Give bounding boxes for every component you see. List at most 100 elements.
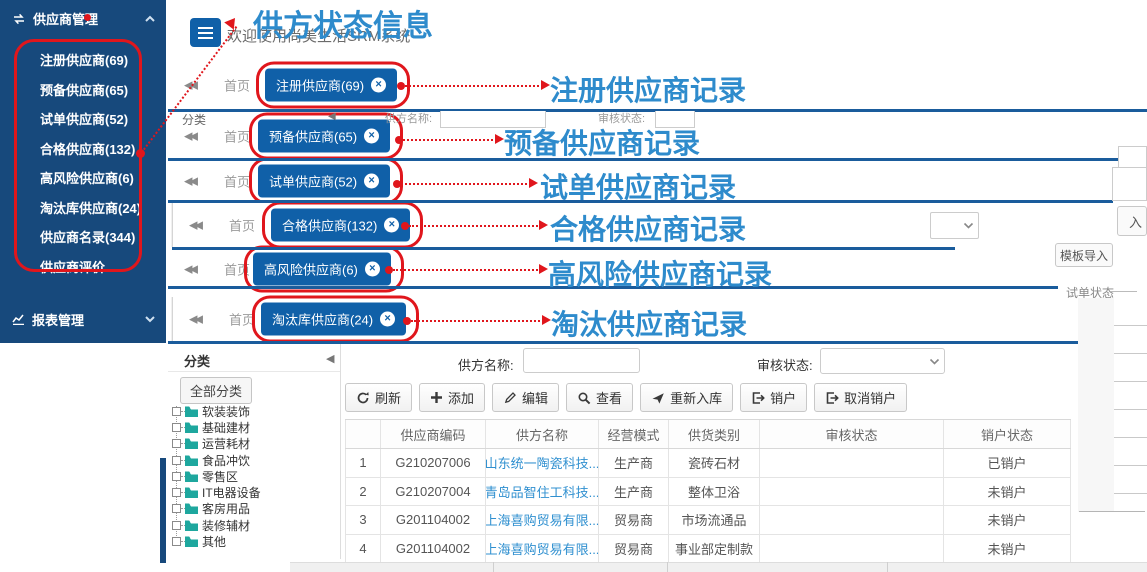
collapse-tabs-icon[interactable]: ◀◀ bbox=[189, 219, 200, 232]
view-button[interactable]: 查看 bbox=[566, 383, 633, 412]
table-row[interactable]: 3 G201104002 上海喜购贸易有限... 贸易商 市场流通品 未销户 bbox=[345, 506, 1071, 535]
chevron-down-icon[interactable] bbox=[144, 315, 156, 324]
sidebar-item-reserve-suppliers[interactable]: 预备供应商(65) bbox=[0, 76, 166, 106]
divider bbox=[168, 371, 340, 372]
sidebar-section-supplier-management[interactable]: 供应商管理 bbox=[0, 0, 166, 36]
tab-qualified-suppliers[interactable]: 合格供应商(132)× bbox=[271, 209, 410, 242]
collapse-tabs-icon[interactable]: ◀◀ bbox=[184, 262, 195, 275]
logout-box-icon bbox=[825, 391, 839, 405]
template-import-button[interactable]: 模板导入 bbox=[1055, 243, 1113, 267]
add-button[interactable]: 添加 bbox=[419, 383, 485, 412]
column-header-category[interactable]: 供货类别 bbox=[669, 420, 760, 448]
tree-expand-icon[interactable] bbox=[172, 504, 181, 513]
column-header-name[interactable]: 供方名称 bbox=[486, 420, 599, 448]
supplier-name-link[interactable]: 山东统一陶瓷科技... bbox=[486, 449, 599, 477]
close-tab-icon[interactable]: × bbox=[364, 128, 379, 143]
all-categories-button[interactable]: 全部分类 bbox=[180, 377, 252, 404]
tree-item-renovation-materials[interactable]: 装修辅材 bbox=[172, 517, 261, 533]
close-tab-icon[interactable]: × bbox=[364, 173, 379, 188]
annotation-red-dot bbox=[397, 82, 405, 90]
annotation-dotted-line bbox=[409, 225, 541, 227]
column-header-audit[interactable]: 审核状态 bbox=[760, 420, 944, 448]
annotation-eliminated-note: 淘汰供应商记录 bbox=[551, 303, 747, 343]
scrollbar-mark bbox=[667, 562, 668, 572]
close-tab-icon[interactable]: × bbox=[365, 261, 380, 276]
home-tab[interactable]: 首页 bbox=[229, 310, 255, 329]
column-header-mode[interactable]: 经营模式 bbox=[599, 420, 669, 448]
tree-expand-icon[interactable] bbox=[172, 407, 181, 416]
tab-registered-suppliers[interactable]: 注册供应商(69)× bbox=[265, 68, 397, 101]
logout-box-icon bbox=[751, 391, 765, 405]
tree-item-retail-zone[interactable]: 零售区 bbox=[172, 468, 261, 484]
home-tab[interactable]: 首页 bbox=[224, 259, 250, 278]
tree-expand-icon[interactable] bbox=[172, 488, 181, 497]
sidebar-item-eliminated-suppliers[interactable]: 淘汰库供应商(24) bbox=[0, 194, 166, 224]
panel-collapse-icon[interactable]: ◀ bbox=[326, 352, 334, 365]
import-button-fragment[interactable]: 入 bbox=[1117, 206, 1147, 236]
tree-expand-icon[interactable] bbox=[172, 472, 181, 481]
folder-icon bbox=[185, 503, 198, 514]
collapse-tabs-icon[interactable]: ◀◀ bbox=[184, 174, 195, 187]
tab-reserve-suppliers[interactable]: 预备供应商(65)× bbox=[258, 119, 390, 152]
sidebar: 供应商管理 注册供应商(69) 预备供应商(65) 试单供应商(52) 合格供应… bbox=[0, 0, 166, 343]
sidebar-item-highrisk-suppliers[interactable]: 高风险供应商(6) bbox=[0, 164, 166, 194]
tree-item-it-equipment[interactable]: IT电器设备 bbox=[172, 484, 261, 500]
home-tab[interactable]: 首页 bbox=[229, 216, 255, 235]
table-row[interactable]: 4 G201104002 上海喜购贸易有限... 贸易商 事业部定制款 未销户 bbox=[345, 535, 1071, 564]
supplier-name-link[interactable]: 上海喜购贸易有限... bbox=[486, 535, 599, 563]
table-row[interactable]: 2 G210207004 青岛品智住工科技... 生产商 整体卫浴 未销户 bbox=[345, 478, 1071, 507]
restock-button[interactable]: 重新入库 bbox=[640, 383, 733, 412]
tree-expand-icon[interactable] bbox=[172, 439, 181, 448]
close-account-button[interactable]: 销户 bbox=[740, 383, 807, 412]
tree-item-other[interactable]: 其他 bbox=[172, 533, 261, 549]
sidebar-section-report-management[interactable]: 报表管理 bbox=[0, 301, 166, 338]
close-tab-icon[interactable]: × bbox=[380, 312, 395, 327]
annotation-arrowhead bbox=[539, 264, 548, 274]
menu-toggle-button[interactable] bbox=[190, 18, 221, 47]
line-fragment bbox=[1111, 291, 1137, 292]
tree-expand-icon[interactable] bbox=[172, 537, 181, 546]
sidebar-item-supplier-directory[interactable]: 供应商名录(344) bbox=[0, 223, 166, 253]
pencil-icon bbox=[503, 391, 517, 405]
home-tab[interactable]: 首页 bbox=[224, 75, 250, 94]
close-tab-icon[interactable]: × bbox=[371, 77, 386, 92]
annotation-red-dot bbox=[385, 266, 393, 274]
chevron-up-icon[interactable] bbox=[144, 14, 156, 23]
edit-button[interactable]: 编辑 bbox=[492, 383, 559, 412]
home-tab[interactable]: 首页 bbox=[224, 171, 250, 190]
audit-status-select[interactable] bbox=[820, 348, 945, 374]
annotation-red-dot bbox=[395, 136, 403, 144]
tab-eliminated-suppliers[interactable]: 淘汰库供应商(24)× bbox=[261, 303, 406, 336]
sidebar-section-label: 报表管理 bbox=[32, 310, 84, 329]
sidebar-item-trial-suppliers[interactable]: 试单供应商(52) bbox=[0, 105, 166, 135]
tab-highrisk-suppliers[interactable]: 高风险供应商(6)× bbox=[253, 252, 391, 285]
close-tab-icon[interactable]: × bbox=[384, 218, 399, 233]
tree-expand-icon[interactable] bbox=[172, 423, 181, 432]
column-header-code[interactable]: 供应商编码 bbox=[381, 420, 486, 448]
refresh-button[interactable]: 刷新 bbox=[345, 383, 412, 412]
sidebar-item-registered-suppliers[interactable]: 注册供应商(69) bbox=[0, 46, 166, 76]
plus-icon bbox=[430, 391, 443, 404]
panel-fragment bbox=[1112, 167, 1147, 201]
supplier-name-input[interactable] bbox=[523, 348, 640, 373]
collapse-tabs-icon[interactable]: ◀◀ bbox=[189, 313, 200, 326]
horizontal-scrollbar[interactable] bbox=[290, 562, 1147, 572]
tree-item-food-beverage[interactable]: 食品冲饮 bbox=[172, 452, 261, 468]
cancel-close-account-button[interactable]: 取消销户 bbox=[814, 383, 907, 412]
supplier-name-link[interactable]: 上海喜购贸易有限... bbox=[486, 506, 599, 534]
collapse-tabs-icon[interactable]: ◀◀ bbox=[184, 129, 195, 142]
column-header-status[interactable]: 销户状态 bbox=[944, 420, 1071, 448]
tab-trial-suppliers[interactable]: 试单供应商(52)× bbox=[258, 164, 390, 197]
tree-expand-icon[interactable] bbox=[172, 521, 181, 530]
tree-item-soft-decor[interactable]: 软装装饰 bbox=[172, 403, 261, 419]
tree-item-basic-materials[interactable]: 基础建材 bbox=[172, 419, 261, 435]
annotation-arrowhead bbox=[495, 134, 504, 144]
tree-expand-icon[interactable] bbox=[172, 456, 181, 465]
supplier-name-link[interactable]: 青岛品智住工科技... bbox=[486, 478, 599, 506]
tree-item-operating-consumables[interactable]: 运营耗材 bbox=[172, 436, 261, 452]
sidebar-item-supplier-evaluation[interactable]: 供应商评价 bbox=[0, 253, 166, 283]
dropdown-fragment[interactable] bbox=[930, 212, 979, 239]
home-tab[interactable]: 首页 bbox=[224, 126, 250, 145]
table-row[interactable]: 1 G210207006 山东统一陶瓷科技... 生产商 瓷砖石材 已销户 bbox=[345, 449, 1071, 478]
tree-item-guestroom-supplies[interactable]: 客房用品 bbox=[172, 501, 261, 517]
